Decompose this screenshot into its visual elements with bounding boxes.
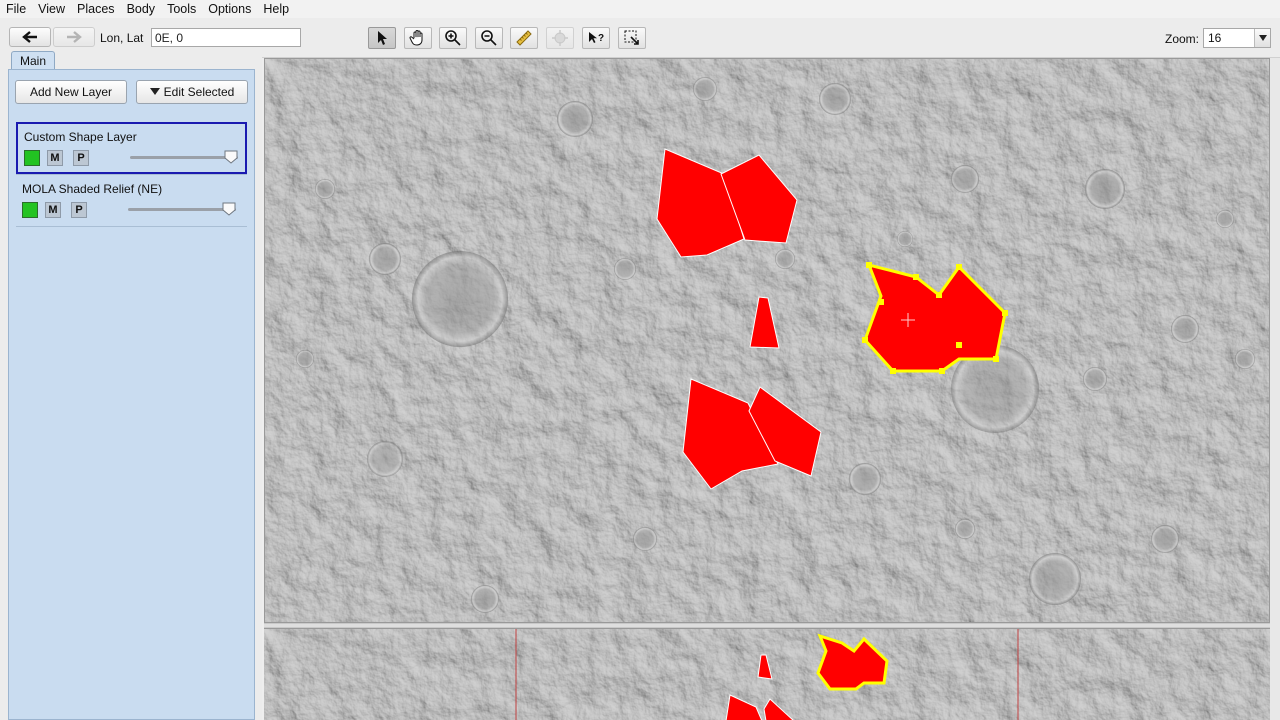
investigate-icon: ?	[589, 32, 604, 44]
select-arrow-icon	[378, 31, 387, 45]
layer-name: MOLA Shaded Relief (NE)	[22, 182, 163, 196]
panner-view-toggle[interactable]: P	[73, 150, 89, 166]
add-new-layer-button[interactable]: Add New Layer	[15, 80, 127, 104]
chevron-down-icon[interactable]	[1254, 29, 1270, 47]
menu-help[interactable]: Help	[263, 0, 289, 18]
layer-color-swatch[interactable]	[24, 150, 40, 166]
pan-tool-button[interactable]	[404, 27, 432, 49]
back-button[interactable]	[9, 27, 51, 47]
opacity-slider-track[interactable]	[128, 208, 236, 211]
disabled-tool-icon	[552, 30, 568, 46]
lonlat-field[interactable]	[151, 28, 301, 47]
layer-row-mola-relief[interactable]: MOLA Shaded Relief (NE) M P	[16, 176, 247, 228]
right-scroll-gutter	[1270, 58, 1280, 720]
investigate-tool-button[interactable]: ?	[582, 27, 610, 49]
arrow-right-icon	[67, 31, 82, 43]
edit-selected-button[interactable]: Edit Selected	[136, 80, 248, 104]
menu-options[interactable]: Options	[208, 0, 251, 18]
arrow-left-icon	[22, 31, 37, 43]
menu-bar: File View Places Body Tools Options Help	[0, 0, 1280, 18]
layer-color-swatch[interactable]	[22, 202, 38, 218]
opacity-slider-track[interactable]	[130, 156, 238, 159]
export-tool-button[interactable]	[618, 27, 646, 49]
menu-view[interactable]: View	[38, 0, 65, 18]
mars-terrain-map[interactable]	[265, 59, 1270, 623]
zoom-out-icon	[481, 30, 497, 46]
ruler-tool-button[interactable]	[510, 27, 538, 49]
panner-map-view[interactable]	[264, 628, 1270, 720]
pan-hand-icon	[409, 30, 423, 46]
svg-text:?: ?	[598, 33, 604, 44]
main-map-view[interactable]	[264, 58, 1270, 623]
lonlat-label: Lon, Lat	[100, 31, 144, 45]
layer-divider	[16, 174, 247, 175]
layer-manager: Main Add New Layer Edit Selected Custom …	[0, 50, 262, 720]
zoom-value: 16	[1208, 31, 1222, 45]
triangle-down-icon	[149, 88, 160, 95]
panner-view-toggle[interactable]: P	[71, 202, 87, 218]
layer-divider	[16, 226, 247, 227]
menu-tools[interactable]: Tools	[167, 0, 196, 18]
layer-name: Custom Shape Layer	[24, 130, 137, 144]
menu-file[interactable]: File	[6, 0, 26, 18]
zoom-in-button[interactable]	[439, 27, 467, 49]
ruler-icon	[516, 30, 532, 46]
opacity-slider-thumb[interactable]	[224, 150, 238, 164]
tab-main[interactable]: Main	[11, 51, 55, 70]
main-view-toggle[interactable]: M	[47, 150, 63, 166]
layer-row-custom-shape[interactable]: Custom Shape Layer M P	[16, 122, 247, 174]
main-view-toggle[interactable]: M	[45, 202, 61, 218]
edit-selected-label: Edit Selected	[163, 85, 235, 99]
select-tool-button[interactable]	[368, 27, 396, 49]
zoom-select[interactable]: 16	[1203, 28, 1271, 48]
forward-button[interactable]	[53, 27, 95, 47]
menu-places[interactable]: Places	[77, 0, 115, 18]
zoom-out-button[interactable]	[475, 27, 503, 49]
opacity-slider-thumb[interactable]	[222, 202, 236, 216]
export-icon	[624, 30, 639, 45]
menu-body[interactable]: Body	[127, 0, 156, 18]
layer-panel: Add New Layer Edit Selected Custom Shape…	[8, 69, 255, 720]
zoom-in-icon	[445, 30, 461, 46]
zoom-label: Zoom:	[1165, 32, 1200, 46]
disabled-tool-button[interactable]	[546, 27, 574, 49]
panner-terrain[interactable]	[264, 629, 1270, 720]
